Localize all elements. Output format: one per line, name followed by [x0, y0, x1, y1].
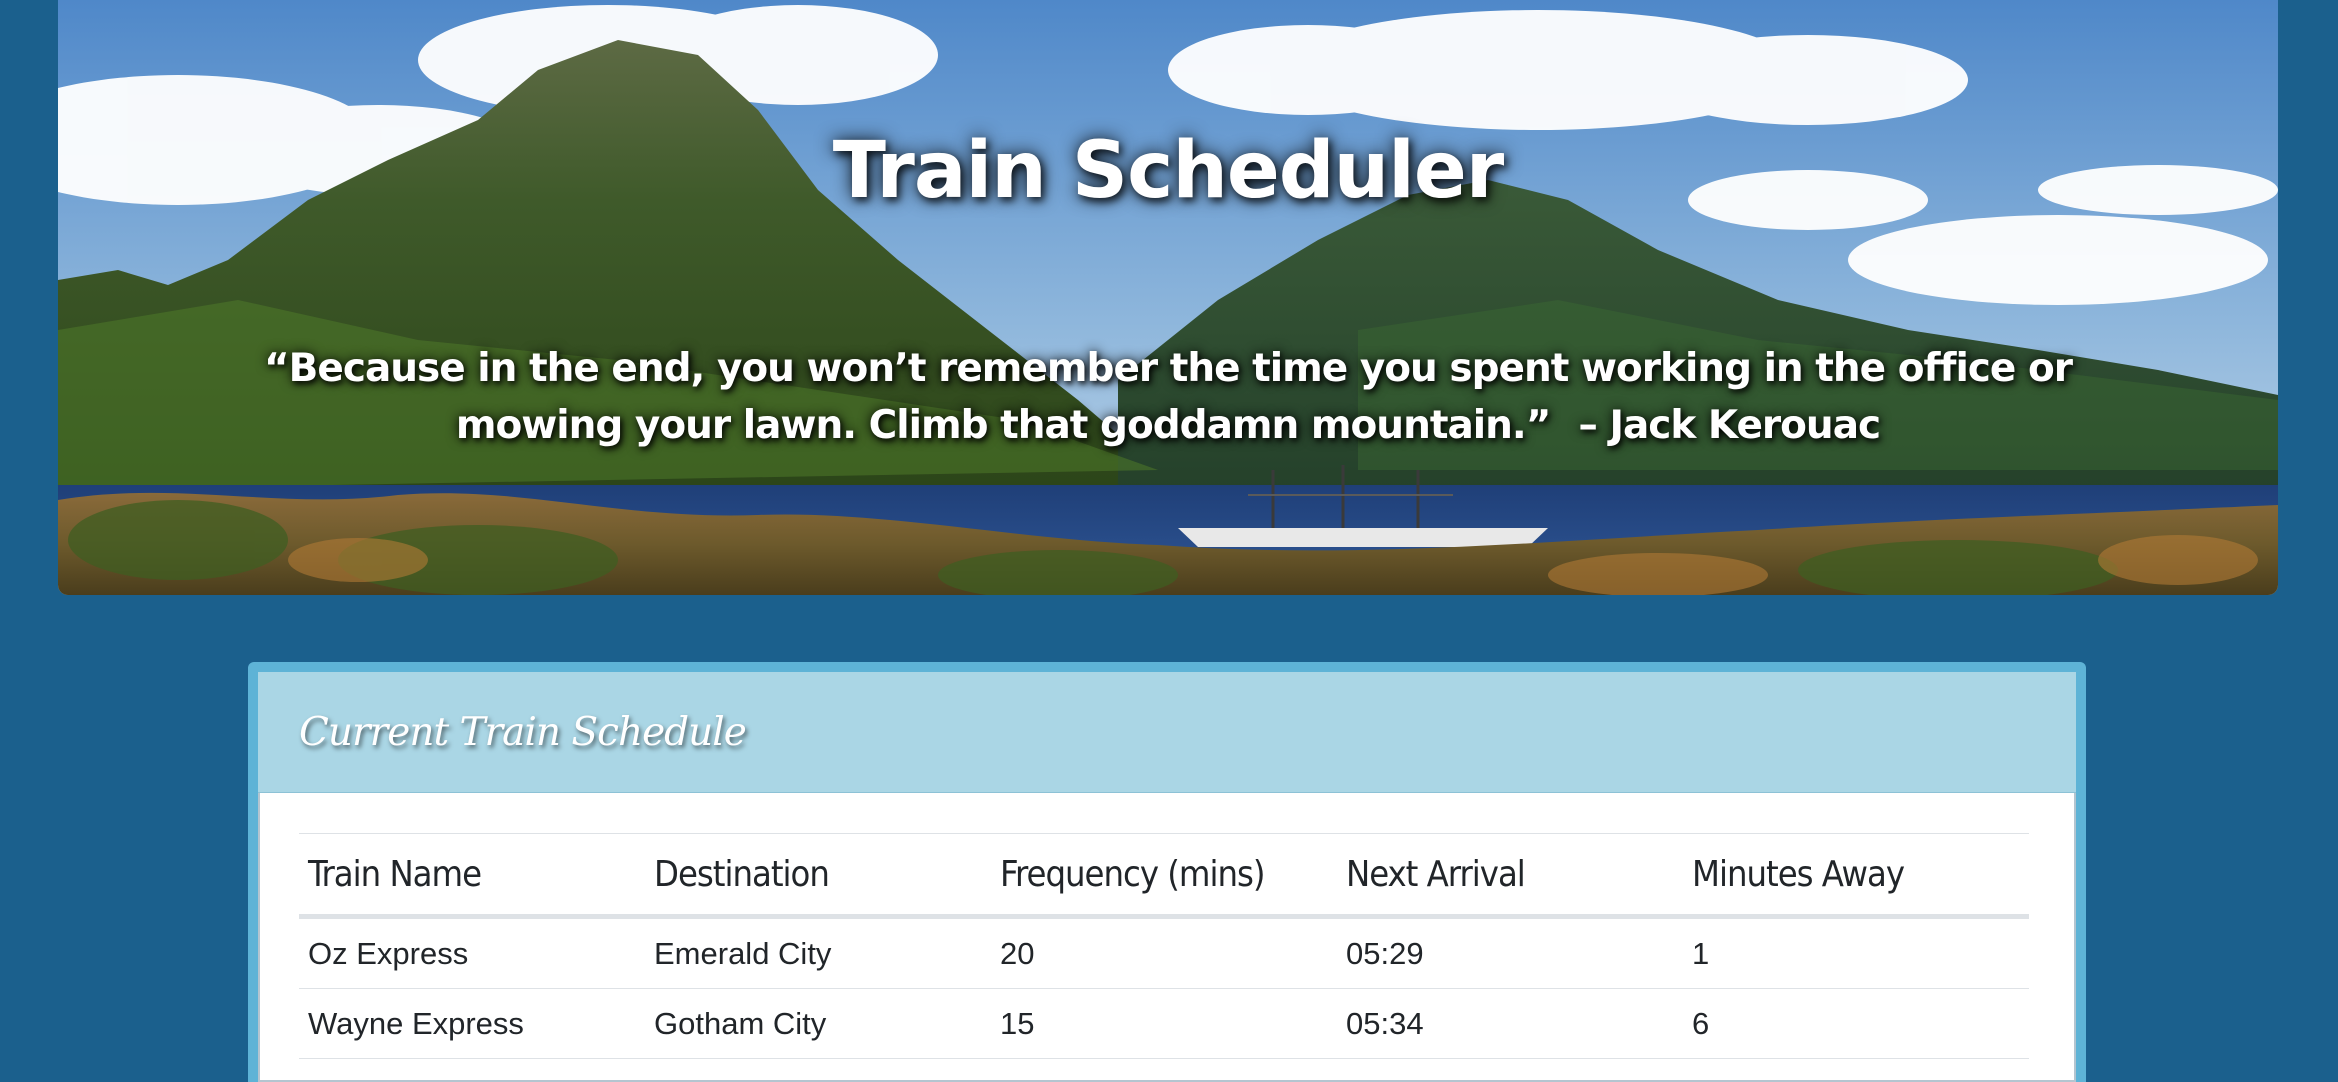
cell-destination: Emerald City	[645, 916, 991, 989]
page-title: Train Scheduler	[832, 126, 1504, 216]
quote-author: – Jack Kerouac	[1578, 403, 1881, 448]
cell-minutes-away: 1	[1683, 916, 2029, 989]
cell-train-name: Wayne Express	[299, 988, 645, 1059]
hero-quote: “Because in the end, you won’t remember …	[188, 340, 2148, 454]
cell-train-name: Oz Express	[299, 916, 645, 989]
column-header-frequency: Frequency (mins)	[991, 833, 1337, 919]
column-header-destination: Destination	[645, 833, 991, 919]
column-header-next-arrival: Next Arrival	[1337, 833, 1683, 919]
schedule-title: Current Train Schedule	[299, 709, 747, 755]
cell-next-arrival: 05:29	[1337, 916, 1683, 989]
hero-banner: Train Scheduler “Because in the end, you…	[58, 0, 2278, 595]
column-header-train-name: Train Name	[299, 833, 645, 919]
schedule-card: Current Train Schedule Train Name Destin…	[258, 672, 2076, 1082]
schedule-panel-heading: Current Train Schedule	[258, 672, 2076, 793]
table-header-row: Train Name Destination Frequency (mins) …	[299, 833, 2029, 919]
cell-minutes-away: 6	[1683, 988, 2029, 1059]
mountain-landscape-image	[58, 0, 2278, 595]
schedule-panel: Current Train Schedule Train Name Destin…	[248, 662, 2086, 1082]
schedule-panel-body: Train Name Destination Frequency (mins) …	[258, 793, 2076, 1059]
cell-next-arrival: 05:34	[1337, 988, 1683, 1059]
table-row: Wayne Express Gotham City 15 05:34 6	[299, 988, 2029, 1059]
cell-frequency: 15	[991, 988, 1337, 1059]
train-schedule-table: Train Name Destination Frequency (mins) …	[299, 833, 2029, 1059]
cell-frequency: 20	[991, 916, 1337, 989]
cell-destination: Gotham City	[645, 988, 991, 1059]
column-header-minutes-away: Minutes Away	[1683, 833, 2029, 919]
table-row: Oz Express Emerald City 20 05:29 1	[299, 916, 2029, 989]
